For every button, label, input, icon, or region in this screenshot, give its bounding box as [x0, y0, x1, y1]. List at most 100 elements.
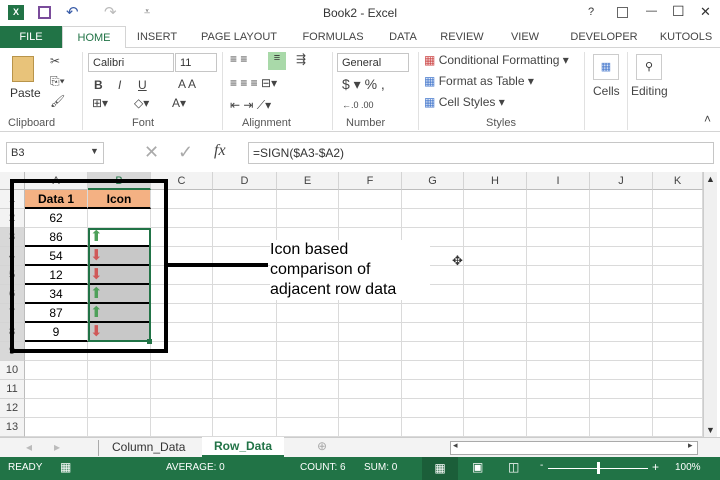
ribbon-display-button[interactable] — [617, 7, 628, 18]
italic-button[interactable]: I — [118, 78, 121, 92]
cell-D7[interactable] — [213, 304, 277, 323]
column-header-i[interactable]: I — [527, 172, 590, 190]
cell-B11[interactable] — [88, 380, 151, 399]
scroll-up-icon[interactable]: ▲ — [706, 174, 715, 184]
editing-button[interactable]: Editing — [631, 84, 668, 98]
cell-H3[interactable] — [464, 228, 527, 247]
wrap-text-icon[interactable]: ⇶ — [296, 52, 306, 66]
cell-D6[interactable] — [213, 285, 277, 304]
cell-C13[interactable] — [151, 418, 213, 437]
cell-B12[interactable] — [88, 399, 151, 418]
cell-B13[interactable] — [88, 418, 151, 437]
cell-A13[interactable] — [25, 418, 88, 437]
cell-I12[interactable] — [527, 399, 590, 418]
row-header-11[interactable]: 11 — [0, 380, 25, 399]
align-top-icon[interactable]: ≡ ≡ — [230, 52, 247, 66]
cell-H5[interactable] — [464, 266, 527, 285]
cell-A10[interactable] — [25, 361, 88, 380]
cell-C10[interactable] — [151, 361, 213, 380]
new-sheet-icon[interactable]: ⊕ — [317, 439, 327, 453]
cell-E13[interactable] — [277, 418, 339, 437]
cell-H12[interactable] — [464, 399, 527, 418]
currency-icon[interactable]: $ ▾ % , — [342, 76, 385, 93]
page-layout-view-icon[interactable]: ▣ — [472, 460, 483, 474]
cell-C11[interactable] — [151, 380, 213, 399]
bold-button[interactable]: B — [94, 78, 103, 92]
cell-H4[interactable] — [464, 247, 527, 266]
copy-icon[interactable]: ⎘▾ — [50, 74, 65, 89]
cell-I4[interactable] — [527, 247, 590, 266]
cell-J8[interactable] — [590, 323, 653, 342]
enter-icon[interactable]: ✓ — [178, 142, 193, 163]
cell-D8[interactable] — [213, 323, 277, 342]
row-header-12[interactable]: 12 — [0, 399, 25, 418]
cell-K7[interactable] — [653, 304, 703, 323]
column-header-k[interactable]: K — [653, 172, 703, 190]
insert-function-button[interactable]: fx — [214, 142, 226, 160]
cell-J7[interactable] — [590, 304, 653, 323]
cell-G9[interactable] — [402, 342, 464, 361]
cell-D9[interactable] — [213, 342, 277, 361]
cell-K10[interactable] — [653, 361, 703, 380]
cell-J3[interactable] — [590, 228, 653, 247]
cell-F1[interactable] — [339, 190, 402, 209]
zoom-out-button[interactable]: - — [540, 460, 543, 471]
cell-D11[interactable] — [213, 380, 277, 399]
scroll-left-icon[interactable]: ◂ — [26, 440, 32, 454]
minimize-button[interactable]: — — [646, 5, 657, 17]
cell-D5[interactable] — [213, 266, 277, 285]
cell-I2[interactable] — [527, 209, 590, 228]
cell-I7[interactable] — [527, 304, 590, 323]
cell-I1[interactable] — [527, 190, 590, 209]
cell-E11[interactable] — [277, 380, 339, 399]
cell-styles-button[interactable]: ▦ Cell Styles ▾ — [424, 95, 505, 109]
cell-K9[interactable] — [653, 342, 703, 361]
cell-J11[interactable] — [590, 380, 653, 399]
cell-I10[interactable] — [527, 361, 590, 380]
column-header-j[interactable]: J — [590, 172, 653, 190]
tab-page-layout[interactable]: PAGE LAYOUT — [188, 26, 290, 48]
cell-F7[interactable] — [339, 304, 402, 323]
zoom-slider-thumb[interactable] — [597, 462, 600, 474]
cell-D2[interactable] — [213, 209, 277, 228]
tab-home[interactable]: HOME — [62, 26, 126, 49]
cell-K6[interactable] — [653, 285, 703, 304]
tab-developer[interactable]: DEVELOPER — [556, 26, 652, 48]
column-header-h[interactable]: H — [464, 172, 527, 190]
cell-H8[interactable] — [464, 323, 527, 342]
cells-button[interactable]: Cells — [593, 84, 620, 98]
cell-F2[interactable] — [339, 209, 402, 228]
cell-I3[interactable] — [527, 228, 590, 247]
cell-F9[interactable] — [339, 342, 402, 361]
tab-view[interactable]: VIEW — [494, 26, 556, 48]
cell-E7[interactable] — [277, 304, 339, 323]
page-break-view-icon[interactable]: ◫ — [508, 460, 519, 474]
tab-review[interactable]: REVIEW — [430, 26, 494, 48]
column-header-d[interactable]: D — [213, 172, 277, 190]
column-header-g[interactable]: G — [402, 172, 464, 190]
macro-record-icon[interactable]: ▦ — [60, 460, 71, 474]
normal-view-button[interactable]: ▦ — [422, 457, 458, 480]
row-header-13[interactable]: 13 — [0, 418, 25, 437]
decimal-icon[interactable]: ←.0 .00 — [342, 100, 374, 110]
font-size-select[interactable]: 11 — [175, 53, 217, 72]
zoom-level[interactable]: 100% — [675, 462, 701, 473]
column-header-e[interactable]: E — [277, 172, 339, 190]
cell-J5[interactable] — [590, 266, 653, 285]
cell-K11[interactable] — [653, 380, 703, 399]
cut-icon[interactable]: ✂ — [50, 54, 60, 68]
cell-J4[interactable] — [590, 247, 653, 266]
cell-H9[interactable] — [464, 342, 527, 361]
scroll-down-icon[interactable]: ▼ — [706, 425, 715, 435]
align-left-icon[interactable]: ≡ ≡ ≡ ⊟▾ — [230, 76, 277, 90]
cell-J2[interactable] — [590, 209, 653, 228]
cell-I6[interactable] — [527, 285, 590, 304]
formula-input[interactable]: =SIGN($A3-$A2) — [248, 142, 714, 164]
cell-F12[interactable] — [339, 399, 402, 418]
underline-button[interactable]: U — [138, 78, 147, 92]
sheet-tab-row-data[interactable]: Row_Data — [202, 437, 284, 457]
cell-B10[interactable] — [88, 361, 151, 380]
conditional-formatting-button[interactable]: ▦ Conditional Formatting ▾ — [424, 53, 569, 67]
cell-J10[interactable] — [590, 361, 653, 380]
cell-G8[interactable] — [402, 323, 464, 342]
